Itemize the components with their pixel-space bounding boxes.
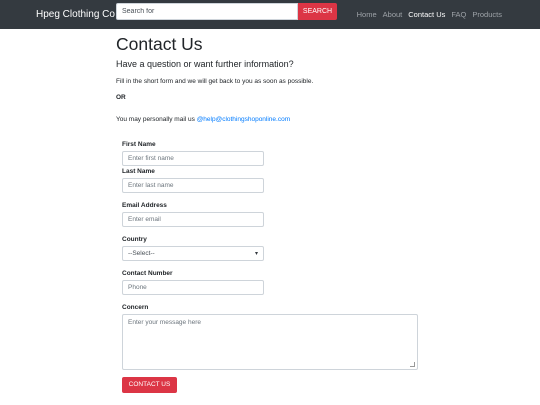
mail-line: You may personally mail us @help@clothin… (116, 115, 426, 124)
concern-wrapper (122, 314, 418, 370)
email-label: Email Address (122, 202, 167, 209)
resize-handle-icon[interactable] (410, 362, 415, 367)
search-input[interactable] (116, 3, 298, 20)
nav-link-home[interactable]: Home (357, 10, 377, 19)
navbar: Hpeg Clothing Co SEARCH Home About Conta… (0, 0, 540, 29)
contact-form: First Name Last Name Email Address Count… (122, 141, 422, 393)
intro-text: Fill in the short form and we will get b… (116, 78, 314, 85)
phone-input[interactable] (122, 280, 264, 295)
last-name-label: Last Name (122, 168, 155, 175)
first-name-label: First Name (122, 141, 156, 148)
nav-links: Home About Contact Us FAQ Products (357, 10, 502, 19)
last-name-input[interactable] (122, 178, 264, 193)
concern-textarea[interactable] (122, 314, 418, 370)
nav-link-faq[interactable]: FAQ (451, 10, 466, 19)
or-divider-text: OR (116, 94, 126, 101)
contact-number-label: Contact Number (122, 270, 173, 277)
first-name-input[interactable] (122, 151, 264, 166)
country-label: Country (122, 236, 147, 243)
concern-label: Concern (122, 304, 149, 311)
chevron-down-icon: ▾ (254, 251, 258, 257)
nav-link-contact-us[interactable]: Contact Us (408, 10, 445, 19)
email-input[interactable] (122, 212, 264, 227)
contact-us-button[interactable]: CONTACT US (122, 377, 177, 393)
search-button[interactable]: SEARCH (298, 3, 337, 20)
country-selected-value: --Select-- (128, 250, 155, 257)
nav-link-products[interactable]: Products (472, 10, 502, 19)
page-subtitle: Have a question or want further informat… (116, 59, 294, 69)
nav-link-about[interactable]: About (383, 10, 403, 19)
mail-prefix: You may personally mail us (116, 116, 197, 123)
mail-link[interactable]: @help@clothingshoponline.com (197, 116, 290, 123)
page-title: Contact Us (116, 34, 203, 54)
brand-logo-text[interactable]: Hpeg Clothing Co (36, 9, 115, 20)
contact-intro: Contact Us Have a question or want furth… (116, 34, 426, 124)
country-select[interactable]: --Select-- ▾ (122, 246, 264, 261)
